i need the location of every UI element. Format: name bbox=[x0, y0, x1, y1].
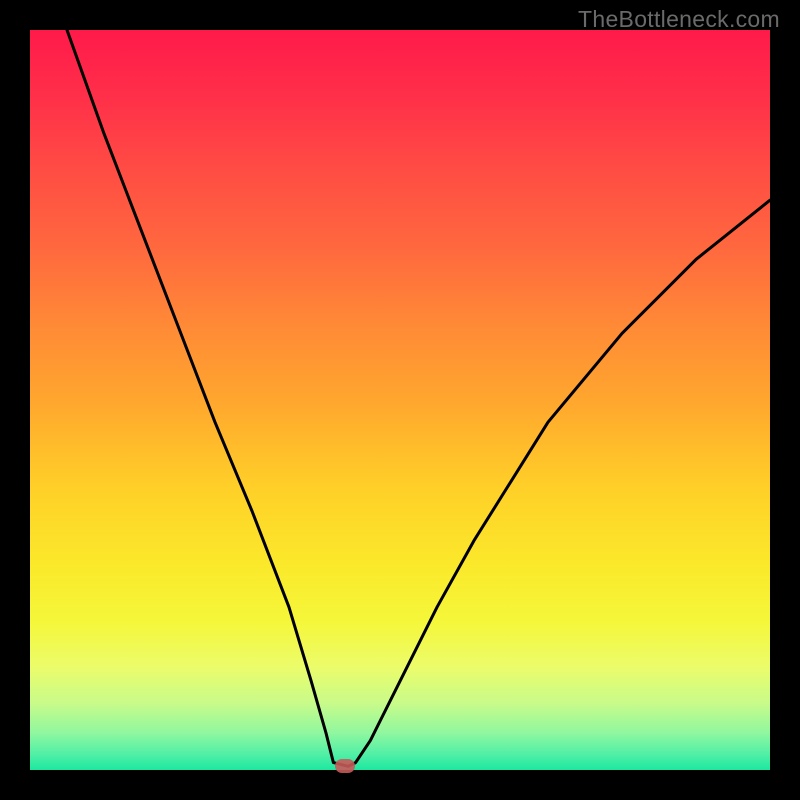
bottleneck-curve bbox=[30, 30, 770, 770]
plot-area bbox=[30, 30, 770, 770]
watermark-text: TheBottleneck.com bbox=[578, 6, 780, 33]
chart-container: TheBottleneck.com bbox=[0, 0, 800, 800]
optimal-point-marker bbox=[335, 759, 355, 773]
